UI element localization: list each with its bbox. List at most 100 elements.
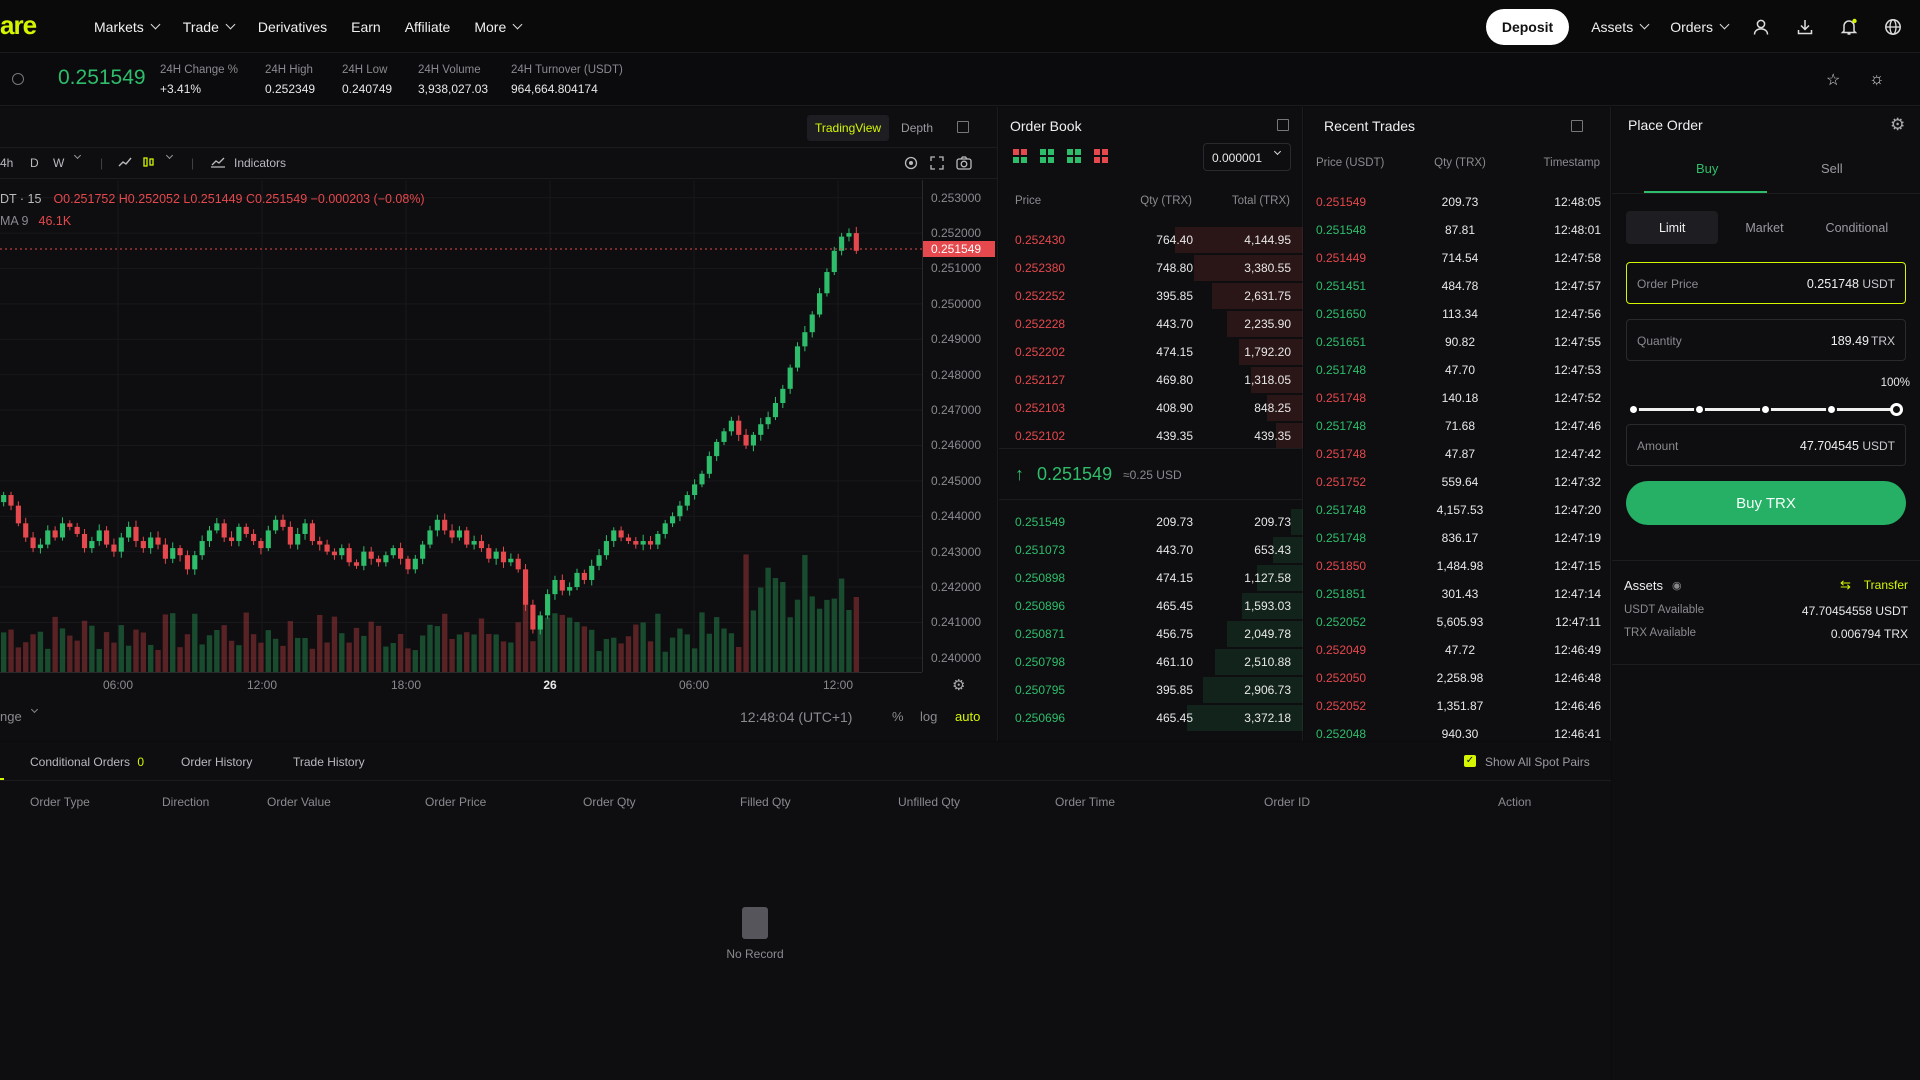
axis-settings-icon[interactable]: ⚙ [952,676,965,694]
buy-trx-button[interactable]: Buy TRX [1626,481,1906,525]
bid-row[interactable]: 0.250696 465.45 3,372.18 [999,703,1303,731]
bid-row[interactable]: 0.250898 474.15 1,127.58 [999,563,1303,591]
chevron-down-icon[interactable] [73,151,82,160]
slider-handle[interactable] [1890,403,1903,416]
indicators-button[interactable]: Indicators [234,156,286,170]
precision-select[interactable]: 0.000001 [1203,143,1291,171]
indicators-icon[interactable] [210,156,226,171]
camera-icon[interactable] [956,156,972,173]
row-qty: 395.85 [1156,683,1193,697]
candle-type-icon[interactable] [142,156,156,171]
trade-price: 0.251748 [1316,503,1367,517]
globe-icon[interactable] [1882,16,1904,38]
time-axis[interactable]: ⚙ 06:00 12:00 18:00 26 06:00 12:00 [0,672,965,696]
ask-row[interactable]: 0.252202 474.15 1,792.20 [999,337,1303,365]
interval-w[interactable]: W [53,156,64,170]
slider-step-50[interactable] [1760,404,1771,415]
user-icon[interactable] [1750,16,1772,38]
assets-menu[interactable]: Assets [1591,19,1650,35]
slider-step-25[interactable] [1694,404,1705,415]
nav-affiliate[interactable]: Affiliate [405,19,451,35]
percent-toggle[interactable]: % [892,709,904,724]
settings-target-icon[interactable] [904,156,918,173]
gear-icon[interactable]: ⚙ [1890,115,1905,135]
volume-bar [295,637,301,672]
volume-bar [603,639,610,672]
ask-row[interactable]: 0.252103 408.90 848.25 [999,393,1303,421]
tab-sell[interactable]: Sell [1821,161,1843,176]
nav-derivatives[interactable]: Derivatives [258,19,327,35]
theme-sun-icon[interactable]: ☼ [1869,69,1885,89]
expand-icon[interactable] [1571,120,1583,132]
candle-body [30,537,36,549]
nav-more[interactable]: More [474,19,523,35]
tab-limit[interactable]: Limit [1626,211,1719,244]
slider-step-0[interactable] [1628,404,1639,415]
quantity-input[interactable] [1749,334,1869,348]
auto-toggle[interactable]: auto [955,709,980,724]
tab-order-history[interactable]: Order History [181,755,252,769]
nav-trade[interactable]: Trade [183,19,236,35]
expand-icon[interactable] [1277,119,1289,131]
download-icon[interactable] [1794,16,1816,38]
order-price-input[interactable] [1739,277,1859,291]
tab-conditional[interactable]: Conditional [1811,211,1903,244]
tab-depth[interactable]: Depth [893,115,941,141]
tab-tradingview[interactable]: TradingView [807,115,890,141]
amount-field[interactable]: Amount USDT [1626,424,1906,466]
bid-row[interactable]: 0.250896 465.45 1,593.03 [999,591,1303,619]
bid-row[interactable]: 0.250871 456.75 2,049.78 [999,619,1303,647]
tab-trade-history[interactable]: Trade History [293,755,365,769]
expand-icon[interactable] [957,121,969,133]
brand-logo[interactable]: are [0,10,37,41]
ask-row[interactable]: 0.252380 748.80 3,380.55 [999,253,1303,281]
amount-input[interactable] [1739,439,1859,453]
slider-step-75[interactable] [1826,404,1837,415]
interval-d[interactable]: D [30,156,39,170]
ma-value: 46.1K [38,214,72,228]
quantity-slider[interactable] [1628,401,1903,417]
order-price-field[interactable]: Order Price USDT [1626,262,1906,304]
bids-columns-icon[interactable] [1067,149,1081,163]
nav-markets[interactable]: Markets [94,19,161,35]
interval-4h[interactable]: 4h [0,156,13,170]
nav-earn[interactable]: Earn [351,19,381,35]
ask-row[interactable]: 0.252252 395.85 2,631.75 [999,281,1303,309]
range-selector[interactable]: nge [0,709,22,724]
bid-row[interactable]: 0.250798 461.10 2,510.88 [999,647,1303,675]
show-all-checkbox[interactable]: ✓ [1464,755,1476,767]
tab-buy[interactable]: Buy [1696,161,1718,176]
orders-menu[interactable]: Orders [1670,19,1730,35]
chevron-down-icon[interactable] [30,705,39,714]
info-icon[interactable] [12,73,24,85]
transfer-link[interactable]: Transfer [1864,578,1908,592]
eye-icon[interactable]: ◉ [1672,579,1682,592]
transfer-icon[interactable]: ⇆ [1840,577,1851,593]
candlestick-chart[interactable] [0,180,922,672]
both-sides-icon[interactable] [1013,149,1027,163]
bid-row[interactable]: 0.250795 395.85 2,906.73 [999,675,1303,703]
candle-body [96,530,102,542]
ask-row[interactable]: 0.252102 439.35 439.35 [999,421,1303,449]
quantity-field[interactable]: Quantity TRX [1626,319,1906,361]
show-all-label[interactable]: Show All Spot Pairs [1485,755,1590,769]
ask-row[interactable]: 0.252127 469.80 1,318.05 [999,365,1303,393]
line-chart-icon[interactable] [118,156,132,171]
bell-icon[interactable] [1838,16,1860,38]
tab-conditional-orders[interactable]: Conditional Orders 0 [30,755,144,769]
deposit-button[interactable]: Deposit [1485,8,1570,45]
bids-only-icon[interactable] [1040,149,1054,163]
ask-row[interactable]: 0.252228 443.70 2,235.90 [999,309,1303,337]
asks-only-icon[interactable] [1094,149,1108,163]
trade-row: 0.251748 140.18 12:47:52 [1304,383,1611,411]
log-toggle[interactable]: log [920,709,937,724]
fullscreen-icon[interactable] [930,156,944,173]
tab-market[interactable]: Market [1718,211,1810,244]
bid-row[interactable]: 0.251549 209.73 209.73 [999,507,1303,535]
star-icon[interactable]: ☆ [1826,70,1840,90]
candle-body [750,434,756,446]
chevron-down-icon[interactable] [165,151,174,160]
ask-row[interactable]: 0.252430 764.40 4,144.95 [999,225,1303,253]
price-axis[interactable]: 0.253000 0.252000 0.251000 0.250000 0.249000… [922,180,998,672]
bid-row[interactable]: 0.251073 443.70 653.43 [999,535,1303,563]
